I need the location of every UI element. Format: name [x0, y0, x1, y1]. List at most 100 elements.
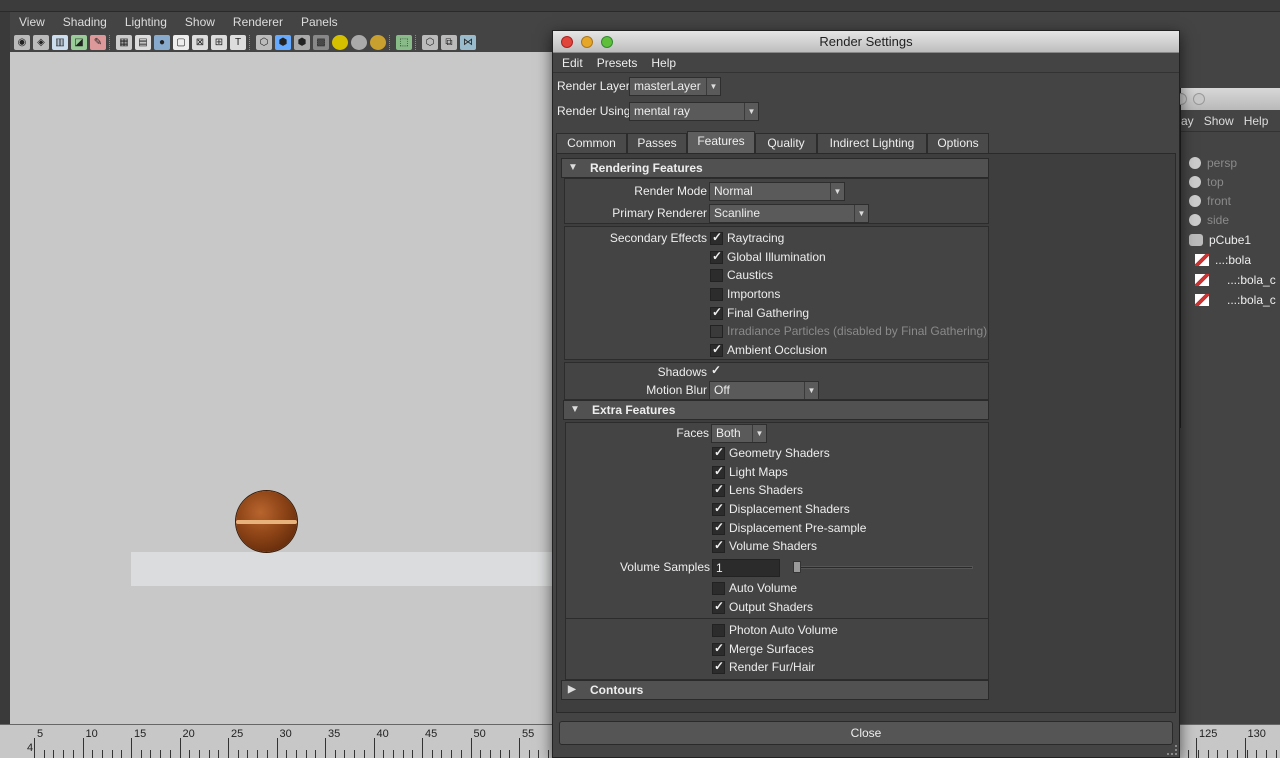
xray-icon[interactable]: ⬡: [422, 34, 438, 50]
outliner-item[interactable]: persp: [1189, 154, 1237, 172]
textured-icon[interactable]: ▩: [313, 34, 329, 50]
rendering-features-header[interactable]: ▼ Rendering Features: [561, 158, 989, 178]
bookmark-icon[interactable]: ▥: [52, 34, 68, 50]
shadows-icon[interactable]: [370, 34, 386, 50]
timeline-major-tick: [82, 738, 84, 758]
displacement-presample-checkbox[interactable]: [712, 520, 725, 535]
menu-panels[interactable]: Panels: [292, 15, 347, 29]
render-layer-value: masterLayer: [634, 79, 701, 93]
safe-title-icon[interactable]: T: [230, 34, 246, 50]
menu-help[interactable]: Help: [644, 56, 683, 70]
timeline-minor-tick: [1256, 750, 1258, 758]
close-button[interactable]: Close: [559, 721, 1173, 745]
render-layer-dropdown[interactable]: masterLayer ▼: [629, 77, 721, 96]
timeline-minor-tick: [1275, 750, 1277, 758]
gate-mask-icon[interactable]: ▢: [173, 34, 189, 50]
outliner-menu-display[interactable]: ay: [1181, 114, 1194, 128]
default-light-icon[interactable]: [332, 34, 348, 50]
shadows-label: Shadows: [657, 365, 707, 379]
outliner-item[interactable]: pCube1: [1189, 231, 1251, 249]
isolate-select-icon[interactable]: ⬚: [396, 34, 412, 50]
share-icon[interactable]: ⋈: [460, 34, 476, 50]
tab-passes[interactable]: Passes: [627, 133, 687, 153]
render-fur-hair-checkbox[interactable]: [712, 659, 725, 674]
contours-header[interactable]: ▶ Contours: [561, 680, 989, 700]
sphere-bola[interactable]: [236, 491, 297, 552]
menu-view[interactable]: View: [10, 15, 54, 29]
outliner-menu-help[interactable]: Help: [1244, 114, 1269, 128]
geometry-shaders-checkbox[interactable]: [712, 445, 725, 460]
window-titlebar[interactable]: Render Settings: [553, 31, 1179, 53]
xray-joints-icon[interactable]: ⧉: [441, 34, 457, 50]
final-gathering-checkbox[interactable]: [710, 305, 723, 320]
outliner-item[interactable]: ...:bola_c: [1195, 271, 1276, 289]
menu-edit[interactable]: Edit: [555, 56, 590, 70]
render-mode-dropdown[interactable]: Normal ▼: [709, 182, 845, 201]
volume-shaders-checkbox[interactable]: [712, 538, 725, 553]
secondary-effects-label: Secondary Effects: [609, 231, 707, 245]
smooth-shade-icon[interactable]: ⬢: [275, 34, 291, 50]
menu-renderer[interactable]: Renderer: [224, 15, 292, 29]
tab-quality[interactable]: Quality: [755, 133, 817, 153]
outliner-item[interactable]: ...:bola_c: [1195, 291, 1276, 309]
menu-presets[interactable]: Presets: [590, 56, 645, 70]
photon-auto-volume-checkbox[interactable]: [712, 624, 725, 637]
render-using-dropdown[interactable]: mental ray ▼: [629, 102, 759, 121]
minimize-window-icon[interactable]: [581, 36, 593, 48]
displacement-shaders-checkbox[interactable]: [712, 501, 725, 516]
all-lights-icon[interactable]: [351, 34, 367, 50]
outliner-item[interactable]: top: [1189, 173, 1224, 191]
motion-blur-dropdown[interactable]: Off ▼: [709, 381, 819, 400]
auto-volume-checkbox[interactable]: [712, 582, 725, 595]
wireframe-on-shaded-icon[interactable]: ⬢: [294, 34, 310, 50]
safe-action-icon[interactable]: ⊞: [211, 34, 227, 50]
caustics-checkbox[interactable]: [710, 269, 723, 282]
extra-features-header[interactable]: ▼ Extra Features: [563, 400, 989, 420]
grid-icon[interactable]: ▦: [116, 34, 132, 50]
ambient-occlusion-checkbox[interactable]: [710, 342, 723, 357]
primary-renderer-dropdown[interactable]: Scanline ▼: [709, 204, 869, 223]
tab-indirect-lighting[interactable]: Indirect Lighting: [817, 133, 927, 153]
tab-common[interactable]: Common: [556, 133, 627, 153]
camera-attributes-icon[interactable]: ◈: [33, 34, 49, 50]
menu-lighting[interactable]: Lighting: [116, 15, 176, 29]
outliner-menu-show[interactable]: Show: [1204, 114, 1234, 128]
close-window-icon[interactable]: [561, 36, 573, 48]
volume-samples-slider-thumb[interactable]: [793, 561, 801, 573]
image-plane-icon[interactable]: ◪: [71, 34, 87, 50]
volume-samples-field[interactable]: 1: [712, 559, 780, 577]
outliner-titlebar[interactable]: [1175, 88, 1280, 110]
resize-grip-icon[interactable]: [1167, 745, 1177, 755]
field-chart-icon[interactable]: ⊠: [192, 34, 208, 50]
outliner-item[interactable]: side: [1189, 211, 1229, 229]
faces-dropdown[interactable]: Both ▼: [711, 424, 767, 443]
shadows-checkbox[interactable]: [710, 363, 723, 379]
outliner-window-button-icon[interactable]: [1193, 93, 1205, 105]
lens-shaders-checkbox[interactable]: [712, 482, 725, 497]
resolution-gate-icon[interactable]: ●: [154, 34, 170, 50]
raytracing-checkbox[interactable]: [710, 230, 723, 245]
menu-shading[interactable]: Shading: [54, 15, 116, 29]
timeline-minor-tick: [383, 750, 385, 758]
camera-select-icon[interactable]: ◉: [14, 34, 30, 50]
tab-features[interactable]: Features: [687, 131, 755, 153]
output-shaders-checkbox[interactable]: [712, 599, 725, 614]
floor-plane[interactable]: [131, 552, 555, 586]
outliner-item[interactable]: front: [1189, 192, 1231, 210]
zoom-window-icon[interactable]: [601, 36, 613, 48]
merge-surfaces-checkbox[interactable]: [712, 641, 725, 656]
viewport-3d[interactable]: [10, 52, 555, 724]
global-illumination-checkbox[interactable]: [710, 249, 723, 264]
timeline-minor-tick: [198, 750, 200, 758]
outliner-item[interactable]: ...:bola: [1195, 251, 1251, 269]
light-maps-checkbox[interactable]: [712, 464, 725, 479]
film-gate-icon[interactable]: ▤: [135, 34, 151, 50]
tab-options[interactable]: Options: [927, 133, 989, 153]
wireframe-icon[interactable]: ⬡: [256, 34, 272, 50]
importons-checkbox[interactable]: [710, 288, 723, 301]
menu-show[interactable]: Show: [176, 15, 224, 29]
two-d-pan-zoom-icon[interactable]: ✎: [90, 34, 106, 50]
volume-samples-slider-track[interactable]: [793, 566, 973, 569]
timeline-minor-tick: [480, 750, 482, 758]
motion-blur-label: Motion Blur: [646, 383, 707, 397]
